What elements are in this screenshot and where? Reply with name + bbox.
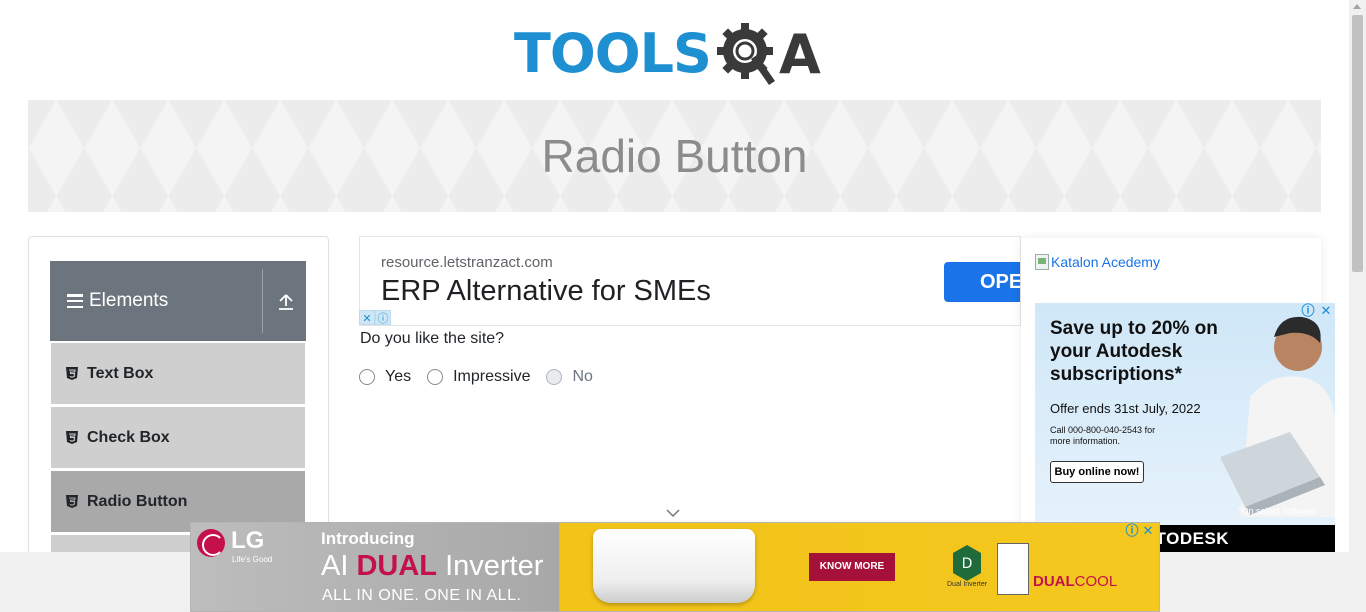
scrollbar-thumb[interactable] [1352, 15, 1363, 272]
dualcool-logo: DUALCOOL [1033, 573, 1117, 590]
html5-icon [66, 367, 78, 380]
logo-text: TOOLS [514, 22, 712, 85]
autodesk-ad-headline: Save up to 20% on your Autodesk subscrip… [1050, 318, 1218, 385]
left-accordion: Elements Text Box Check Box Radio Button [28, 236, 329, 566]
radio-yes-input[interactable] [359, 369, 375, 385]
top-ad-banner[interactable]: resource.letstranzact.com ERP Alternativ… [359, 236, 1021, 326]
autodesk-ad[interactable]: Save up to 20% on your Autodesk subscrip… [1035, 303, 1335, 552]
menu-icon [67, 294, 83, 308]
lg-product-name: AI DUAL Inverter [321, 550, 543, 583]
ad-info-icon[interactable]: ⓘ [375, 310, 391, 325]
sidebar-item-label: Text Box [87, 364, 154, 382]
ad-close-icon[interactable]: ✕ [1319, 305, 1333, 319]
autodesk-ad-fineprint: *On select software [1238, 506, 1317, 516]
dualcool-part-a: DUAL [1033, 573, 1075, 590]
radio-no-label[interactable]: No [572, 368, 592, 386]
elements-group-header[interactable]: Elements [50, 261, 306, 341]
ad-close-icon[interactable]: ✕ [359, 310, 375, 325]
radio-question: Do you like the site? [360, 330, 505, 347]
ad-close-icon[interactable]: ✕ [1141, 525, 1155, 539]
radio-group: Yes Impressive No [359, 368, 609, 386]
broken-image-icon [1035, 254, 1049, 270]
lg-product-ai: AI [321, 550, 349, 582]
chevron-down-icon[interactable] [666, 508, 680, 518]
dualcool-part-b: COOL [1074, 573, 1118, 590]
ad-info-icon[interactable]: ⓘ [1301, 305, 1315, 319]
collapse-icon[interactable] [278, 293, 294, 311]
radio-no-input[interactable] [546, 369, 563, 385]
ad-info-icon[interactable]: ⓘ [1125, 525, 1139, 539]
lg-brand: LG [231, 527, 265, 554]
radio-impressive-label[interactable]: Impressive [453, 368, 530, 386]
katalon-academy-image-link[interactable]: Katalon Acedemy [1035, 254, 1160, 270]
radio-yes[interactable]: Yes [359, 368, 411, 386]
page-title: Radio Button [541, 130, 808, 182]
page-scrollbar[interactable] [1349, 0, 1366, 612]
toolsqa-logo[interactable]: TOOLS A [514, 16, 821, 92]
autodesk-ad-offer: Offer ends 31st July, 2022 [1050, 401, 1201, 416]
lg-product-inverter: Inverter [445, 550, 544, 582]
radio-yes-label[interactable]: Yes [385, 368, 411, 386]
scroll-up-icon[interactable] [1353, 4, 1361, 9]
buy-online-button[interactable]: Buy online now! [1050, 461, 1144, 483]
lg-tagline: Life's Good [232, 555, 273, 564]
header-divider [262, 269, 263, 333]
ad-open-button[interactable]: OPEN [944, 262, 1020, 302]
radio-no[interactable]: No [546, 368, 593, 386]
adchoices[interactable]: ✕ ⓘ [359, 310, 391, 325]
lg-ad-banner[interactable]: LG Life's Good Introducing AI DUAL Inver… [190, 522, 1160, 612]
autodesk-ad-call: Call 000-800-040-2543 for more informati… [1050, 425, 1156, 446]
lg-subline: ALL IN ONE. ONE IN ALL. [322, 587, 522, 604]
ad-domain: resource.letstranzact.com [381, 254, 553, 271]
katalon-alt-text[interactable]: Katalon Acedemy [1051, 254, 1160, 270]
radio-impressive[interactable]: Impressive [427, 368, 530, 386]
air-conditioner-image [593, 529, 755, 603]
logo-text-a: A [778, 22, 821, 86]
gear-icon [716, 23, 775, 85]
svg-text:D: D [962, 556, 973, 572]
dual-inverter-label: Dual Inverter [947, 581, 988, 588]
group-title: Elements [89, 290, 169, 311]
html5-icon [66, 495, 78, 508]
html5-icon [66, 431, 78, 444]
radio-impressive-input[interactable] [427, 369, 444, 385]
lg-product-dual: DUAL [356, 550, 438, 582]
lg-intro: Introducing [321, 529, 415, 548]
page: TOOLS A Radio Button Elements Text Box C… [0, 0, 1366, 612]
know-more-button[interactable]: KNOW MORE [809, 553, 895, 581]
sidebar-item-text-box[interactable]: Text Box [51, 343, 305, 405]
sidebar-item-check-box[interactable]: Check Box [51, 407, 305, 469]
ad-headline: ERP Alternative for SMEs [381, 275, 711, 307]
page-banner: Radio Button [28, 100, 1321, 212]
warranty-badge [997, 543, 1029, 595]
sidebar-item-label: Check Box [87, 428, 170, 446]
sidebar-item-label: Radio Button [87, 492, 188, 510]
lg-logo-icon [197, 529, 225, 557]
